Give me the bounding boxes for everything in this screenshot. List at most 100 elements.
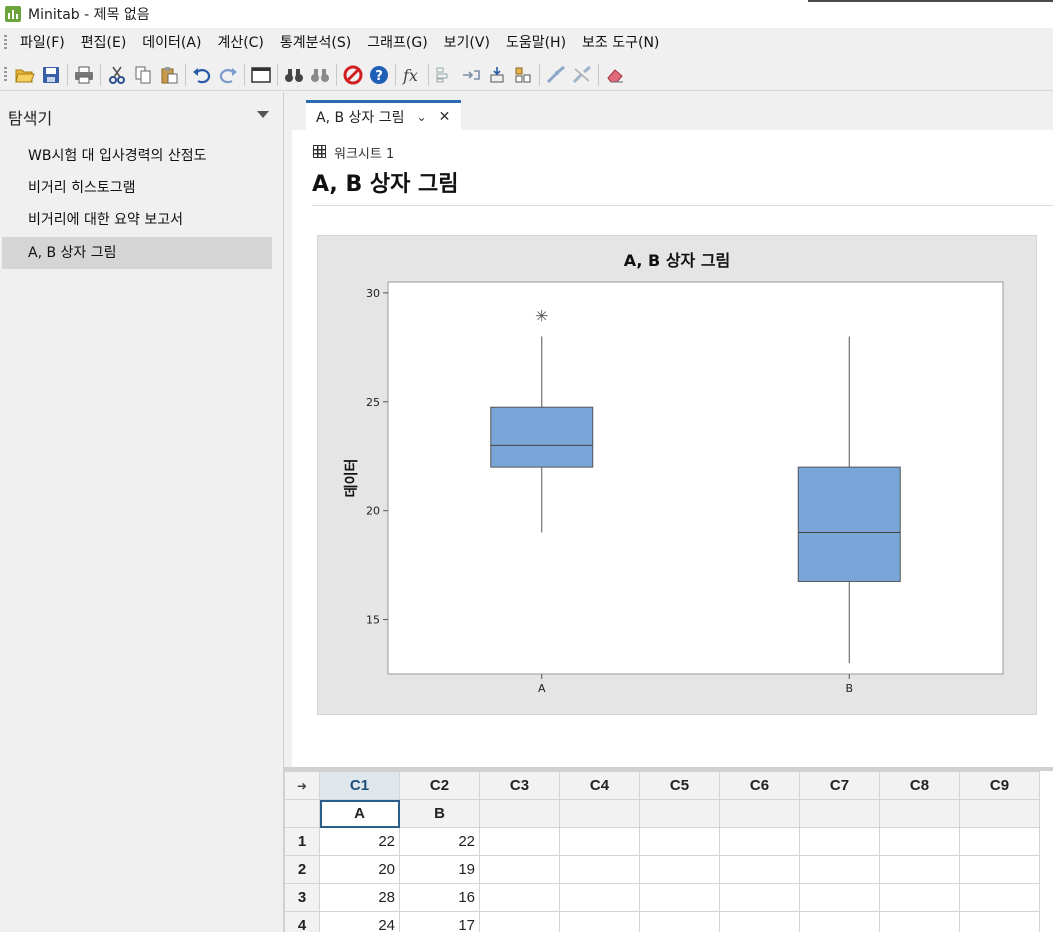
close-icon[interactable]: ✕	[439, 109, 451, 125]
menu-edit[interactable]: 편집(E)	[73, 31, 135, 55]
data-cell[interactable]	[879, 827, 960, 856]
column-name-cell[interactable]	[719, 799, 800, 828]
explorer-item[interactable]: 비거리에 대한 요약 보고서	[2, 204, 272, 236]
move-columns-icon[interactable]	[510, 62, 536, 88]
menu-stat[interactable]: 통계분석(S)	[272, 31, 359, 55]
help-icon[interactable]: ?	[366, 62, 392, 88]
data-cell[interactable]	[719, 827, 800, 856]
data-cell[interactable]	[479, 883, 560, 912]
row-header[interactable]: 3	[284, 883, 320, 912]
menu-graph[interactable]: 그래프(G)	[359, 31, 435, 55]
redo-icon[interactable]	[215, 62, 241, 88]
menu-assistant[interactable]: 보조 도구(N)	[574, 31, 667, 55]
data-cell[interactable]: 19	[399, 855, 480, 884]
eraser-icon[interactable]	[602, 62, 628, 88]
menu-calc[interactable]: 계산(C)	[209, 31, 271, 55]
column-header[interactable]: C2	[399, 771, 480, 800]
row-header[interactable]: 4	[284, 911, 320, 932]
print-icon[interactable]	[71, 62, 97, 88]
find-replace-icon[interactable]	[307, 62, 333, 88]
column-name-cell[interactable]	[959, 799, 1040, 828]
data-cell[interactable]	[879, 883, 960, 912]
column-name-cell[interactable]: B	[399, 799, 480, 828]
column-header[interactable]: C3	[479, 771, 560, 800]
data-cell[interactable]	[959, 911, 1040, 932]
data-cell[interactable]	[559, 883, 640, 912]
data-cell[interactable]	[959, 883, 1040, 912]
data-cell[interactable]	[639, 883, 720, 912]
data-cell[interactable]	[719, 883, 800, 912]
data-cell[interactable]	[799, 827, 880, 856]
data-cell[interactable]	[639, 855, 720, 884]
menu-file[interactable]: 파일(F)	[12, 31, 73, 55]
data-cell[interactable]: 17	[399, 911, 480, 932]
data-cell[interactable]	[559, 911, 640, 932]
column-name-cell[interactable]	[479, 799, 560, 828]
explorer-item[interactable]: WB시험 대 입사경력의 산점도	[2, 140, 272, 172]
data-cell[interactable]	[559, 827, 640, 856]
brush-icon[interactable]	[543, 62, 569, 88]
data-cell[interactable]: 28	[319, 883, 400, 912]
data-cell[interactable]	[639, 911, 720, 932]
column-name-cell[interactable]	[799, 799, 880, 828]
data-cell[interactable]: 22	[319, 827, 400, 856]
menu-data[interactable]: 데이터(A)	[134, 31, 209, 55]
data-cell[interactable]	[479, 855, 560, 884]
undo-icon[interactable]	[189, 62, 215, 88]
worksheet-grid[interactable]: ➜ C1 C2 C3 C4 C5 C6 C7 C8 C9 A B 1 22 22…	[284, 771, 1053, 932]
row-header[interactable]: 1	[284, 827, 320, 856]
column-header[interactable]: C5	[639, 771, 720, 800]
data-cell[interactable]	[639, 827, 720, 856]
find-icon[interactable]	[281, 62, 307, 88]
paste-icon[interactable]	[156, 62, 182, 88]
data-cell[interactable]	[559, 855, 640, 884]
window-icon[interactable]	[248, 62, 274, 88]
column-name-cell[interactable]	[879, 799, 960, 828]
data-cell[interactable]	[479, 911, 560, 932]
data-cell[interactable]	[959, 827, 1040, 856]
data-cell[interactable]	[719, 855, 800, 884]
data-cell[interactable]: 16	[399, 883, 480, 912]
function-icon[interactable]: fx	[399, 62, 425, 88]
explorer-item-selected[interactable]: A, B 상자 그림	[2, 237, 272, 269]
column-header[interactable]: C9	[959, 771, 1040, 800]
column-header[interactable]: C6	[719, 771, 800, 800]
y-ticks: 15 20 25 30	[366, 287, 388, 627]
column-name-cell[interactable]	[639, 799, 720, 828]
data-cell[interactable]	[799, 911, 880, 932]
insert-rows-icon[interactable]	[458, 62, 484, 88]
data-cell[interactable]	[879, 855, 960, 884]
brush-off-icon[interactable]	[569, 62, 595, 88]
data-cell[interactable]	[879, 911, 960, 932]
column-header[interactable]: C8	[879, 771, 960, 800]
column-name-cell[interactable]: A	[319, 799, 400, 828]
menu-help[interactable]: 도움말(H)	[498, 31, 574, 55]
insert-cells-icon[interactable]	[432, 62, 458, 88]
copy-icon[interactable]	[130, 62, 156, 88]
data-cell[interactable]: 24	[319, 911, 400, 932]
data-cell[interactable]: 22	[399, 827, 480, 856]
column-name-cell[interactable]	[559, 799, 640, 828]
tab-boxplot[interactable]: A, B 상자 그림 ⌄ ✕	[306, 100, 461, 130]
column-header[interactable]: C7	[799, 771, 880, 800]
column-header[interactable]: C1	[319, 771, 400, 800]
data-cell[interactable]	[799, 855, 880, 884]
data-cell[interactable]	[959, 855, 1040, 884]
explorer-item[interactable]: 비거리 히스토그램	[2, 172, 272, 204]
sheet-corner-arrow-icon[interactable]: ➜	[284, 771, 320, 800]
cancel-icon[interactable]	[340, 62, 366, 88]
insert-columns-icon[interactable]	[484, 62, 510, 88]
menu-view[interactable]: 보기(V)	[436, 31, 498, 55]
data-cell[interactable]	[479, 827, 560, 856]
chevron-down-icon[interactable]: ⌄	[417, 110, 427, 124]
cut-icon[interactable]	[104, 62, 130, 88]
data-cell[interactable]: 20	[319, 855, 400, 884]
data-cell[interactable]	[719, 911, 800, 932]
column-header[interactable]: C4	[559, 771, 640, 800]
open-icon[interactable]	[12, 62, 38, 88]
explorer-collapse-icon[interactable]	[257, 111, 269, 118]
row-header[interactable]: 2	[284, 855, 320, 884]
data-cell[interactable]	[799, 883, 880, 912]
save-icon[interactable]	[38, 62, 64, 88]
boxplot-chart[interactable]: A, B 상자 그림 데이터 15 20 25 30 AB ✳	[317, 235, 1037, 715]
